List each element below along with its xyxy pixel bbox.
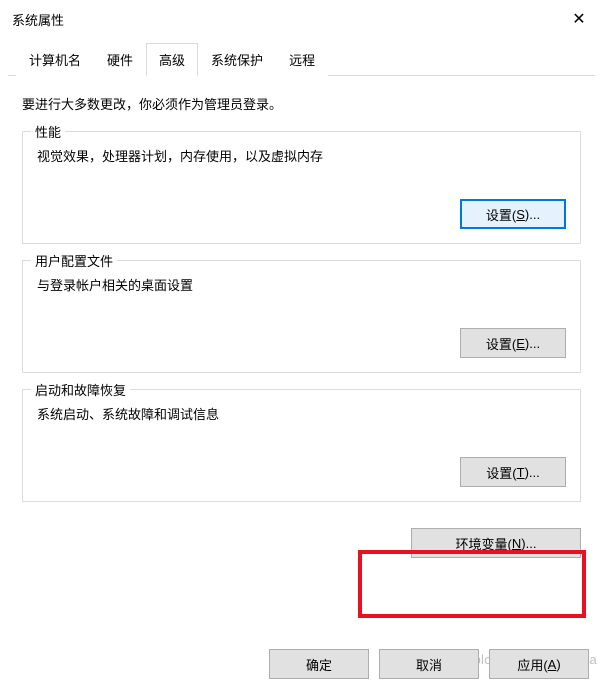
startup-recovery-title: 启动和故障恢复 bbox=[31, 380, 130, 399]
performance-desc: 视觉效果，处理器计划，内存使用，以及虚拟内存 bbox=[37, 146, 566, 165]
performance-settings-button[interactable]: 设置(S)... bbox=[460, 199, 566, 229]
titlebar: 系统属性 ✕ bbox=[0, 0, 603, 36]
tab-system-protection[interactable]: 系统保护 bbox=[198, 43, 276, 76]
performance-group: 性能 视觉效果，处理器计划，内存使用，以及虚拟内存 设置(S)... bbox=[22, 131, 581, 244]
user-profiles-group: 用户配置文件 与登录帐户相关的桌面设置 设置(E)... bbox=[22, 260, 581, 373]
highlight-annotation bbox=[358, 550, 586, 618]
startup-recovery-desc: 系统启动、系统故障和调试信息 bbox=[37, 404, 566, 423]
tab-computer-name[interactable]: 计算机名 bbox=[16, 43, 94, 76]
ok-button[interactable]: 确定 bbox=[269, 649, 369, 679]
user-profiles-settings-button[interactable]: 设置(E)... bbox=[460, 328, 566, 358]
performance-title: 性能 bbox=[31, 122, 65, 141]
tab-advanced[interactable]: 高级 bbox=[146, 43, 198, 76]
startup-recovery-group: 启动和故障恢复 系统启动、系统故障和调试信息 设置(T)... bbox=[22, 389, 581, 502]
cancel-button[interactable]: 取消 bbox=[379, 649, 479, 679]
close-icon[interactable]: ✕ bbox=[567, 7, 591, 31]
window-title: 系统属性 bbox=[12, 10, 64, 29]
admin-instruction: 要进行大多数更改，你必须作为管理员登录。 bbox=[22, 94, 581, 113]
tab-strip: 计算机名 硬件 高级 系统保护 远程 bbox=[8, 42, 595, 76]
user-profiles-desc: 与登录帐户相关的桌面设置 bbox=[37, 275, 566, 294]
apply-button[interactable]: 应用(A) bbox=[489, 649, 589, 679]
tab-remote[interactable]: 远程 bbox=[276, 43, 328, 76]
environment-variables-button[interactable]: 环境变量(N)... bbox=[411, 528, 581, 558]
content-area: 要进行大多数更改，你必须作为管理员登录。 性能 视觉效果，处理器计划，内存使用，… bbox=[0, 76, 603, 502]
dialog-footer: 确定 取消 应用(A) bbox=[269, 649, 589, 679]
env-var-row: 环境变量(N)... bbox=[0, 518, 603, 558]
user-profiles-title: 用户配置文件 bbox=[31, 251, 117, 270]
tab-hardware[interactable]: 硬件 bbox=[94, 43, 146, 76]
startup-recovery-settings-button[interactable]: 设置(T)... bbox=[460, 457, 566, 487]
